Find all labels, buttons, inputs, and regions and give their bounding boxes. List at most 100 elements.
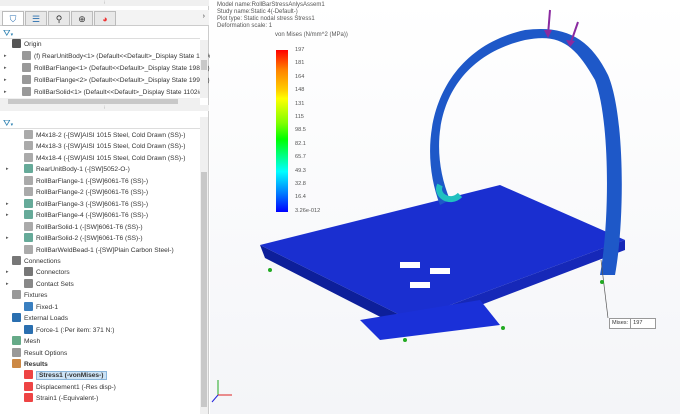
tree-item[interactable]: ▾Fixtures (12, 290, 47, 301)
solid-body-icon (24, 152, 33, 162)
tab-dimxpert-manager[interactable]: ⊕ (71, 11, 93, 26)
tree-item[interactable]: Force-1 (:Per item: 371 N:) (24, 324, 114, 336)
tree-item[interactable]: M4x18-3 (-[SW]AISI 1015 Steel, Cold Draw… (24, 141, 186, 152)
graphics-viewport[interactable]: Model name:RollBarStressAnlysAssem1 Stud… (210, 0, 680, 414)
part-icon (22, 63, 31, 72)
tab-property-manager[interactable]: ☰ (25, 11, 47, 26)
tree-item[interactable]: ▸ (f) RearUnitBody<1> (Default<<Default>_… (4, 51, 217, 62)
tree-item-label: Strain1 (-Equivalent-) (36, 395, 99, 403)
tabs-scroll-right-icon[interactable]: › (203, 13, 205, 20)
solid-body-icon (24, 175, 33, 185)
tree-item-label: (f) RearUnitBody<1> (Default<<Default>_D… (34, 53, 217, 60)
expand-arrow-icon[interactable]: ▸ (4, 51, 12, 62)
expand-arrow-icon[interactable]: ▸ (6, 233, 14, 244)
manager-tabs: ⛉ ☰ ⚲ ⊕ ◕ › (0, 10, 209, 26)
expand-arrow-icon[interactable]: ▾ (0, 359, 2, 370)
solid-body-icon (24, 233, 33, 243)
tree-item[interactable]: Origin (12, 39, 42, 50)
tree-item-label: RollBarFlange-4 (-[SW]6061-T6 (SS)-) (36, 212, 149, 220)
tree-item[interactable]: RollBarWeldBead-1 (-[SW]Plain Carbon Ste… (24, 244, 174, 256)
filter-button-lower[interactable]: ⛛▾ (0, 117, 200, 129)
solid-body-icon (24, 198, 33, 208)
tree-item-label: Connections (24, 257, 61, 265)
expand-arrow-icon[interactable]: ▾ (0, 290, 2, 301)
tree-item-label: Mesh (24, 338, 41, 346)
tree-item[interactable]: ▸ Connectors (6, 267, 70, 278)
tree-item-label: RollBarSolid-2 (-[SW]6061-T6 (SS)-) (36, 235, 143, 243)
expand-arrow-icon[interactable]: ▸ (6, 164, 14, 175)
top-horizontal-scrollbar[interactable] (0, 98, 200, 105)
tree-item[interactable]: Strain1 (-Equivalent-) (24, 393, 98, 404)
tree-item[interactable]: ▸ RollBarSolid-2 (-[SW]6061-T6 (SS)-) (6, 233, 143, 244)
tree-item[interactable]: ▾External Loads (12, 313, 68, 324)
tree-item[interactable]: RollBarSolid-1 (-[SW]6061-T6 (SS)-) (24, 221, 143, 233)
expand-arrow-icon[interactable]: ▾ (0, 313, 2, 324)
expand-arrow-icon[interactable]: ▸ (6, 210, 14, 221)
tree-item[interactable]: Result Options (12, 347, 67, 359)
solid-body-icon (24, 210, 33, 220)
expand-arrow-icon[interactable]: ▸ (6, 267, 14, 278)
tree-item[interactable]: ▸ Contact Sets (6, 278, 74, 290)
solid-body-icon (24, 187, 33, 197)
tree-item-label: Displacement1 (-Res disp-) (36, 383, 116, 391)
slot (410, 282, 430, 288)
panel-splitter[interactable]: ⁝ (0, 0, 209, 6)
tree-item-label: Connectors (36, 269, 70, 277)
stress-model-render (211, 9, 625, 403)
tree-item[interactable]: M4x18-2 (-[SW]AISI 1015 Steel, Cold Draw… (24, 130, 186, 141)
force-icon (24, 324, 33, 334)
tree-item[interactable]: ▸ RollBarFlange<1> (Default<<Default>_Dis… (4, 63, 210, 74)
tree-item-label: Origin (24, 41, 42, 48)
expand-arrow-icon[interactable]: ▸ (6, 199, 14, 210)
tree-item[interactable]: Fixed-1 (24, 301, 58, 313)
connections-icon (12, 255, 21, 265)
tree-item-label: RollBarSolid<1> (Default<<Default>_Displ… (34, 89, 208, 96)
expand-arrow-icon[interactable]: ▸ (4, 75, 12, 86)
tree-item[interactable]: Mesh (12, 336, 40, 347)
part-icon (22, 87, 31, 96)
tree-item[interactable]: Stress1 (-vonMises-) (24, 370, 107, 381)
tree-item-label: M4x18-3 (-[SW]AISI 1015 Steel, Cold Draw… (36, 143, 186, 151)
tree-item[interactable]: ▸ RollBarSolid<1> (Default<<Default>_Disp… (4, 87, 208, 98)
tree-item[interactable]: M4x18-4 (-[SW]AISI 1015 Steel, Cold Draw… (24, 152, 186, 164)
tree-item-label: RollBarWeldBead-1 (-[SW]Plain Carbon Ste… (36, 246, 174, 254)
tree-item[interactable]: ▾Results (12, 359, 48, 370)
filter-button-top[interactable]: ⛛▾ (0, 27, 200, 39)
external-loads-icon (12, 313, 21, 323)
tree-item-label: Stress1 (-vonMises-) (36, 371, 107, 381)
part-icon (22, 75, 31, 84)
solid-body-icon (24, 141, 33, 151)
part-icon (22, 51, 31, 60)
connectors-icon (24, 267, 33, 277)
tree-item[interactable]: ▾Connections (12, 255, 61, 267)
tab-display-manager[interactable]: ◕ (94, 11, 116, 26)
result-options-icon (12, 347, 21, 357)
expand-arrow-icon[interactable]: ▾ (0, 256, 2, 267)
tree-item[interactable]: RollBarFlange-2 (-[SW]6061-T6 (SS)-) (24, 187, 148, 198)
probe-result-box: Mises: 197 (609, 318, 656, 329)
expand-arrow-icon[interactable]: ▸ (4, 63, 12, 74)
tree-item-label: Results (24, 361, 48, 368)
tree-item-label: Fixtures (24, 292, 48, 300)
displacement-plot-icon (24, 381, 33, 391)
tree-item[interactable]: RollBarFlange-1 (-[SW]6061-T6 (SS)-) (24, 175, 148, 187)
tab-configuration-manager[interactable]: ⚲ (48, 11, 70, 26)
panel-splitter-lower[interactable]: ⁝ (0, 105, 209, 111)
tree-item[interactable]: ▸ RollBarFlange-3 (-[SW]6061-T6 (SS)-) (6, 198, 149, 210)
tree-item[interactable]: ▸ RollBarFlange-4 (-[SW]6061-T6 (SS)-) (6, 210, 149, 221)
tree-item[interactable]: Displacement1 (-Res disp-) (24, 381, 116, 393)
top-vertical-scrollbar[interactable] (200, 40, 208, 98)
fixtures-icon (12, 290, 21, 300)
tree-item-label: RollBarFlange<2> (Default<<Default>_Disp… (34, 77, 210, 84)
tree-item-label: Contact Sets (36, 280, 74, 288)
solid-body-icon (24, 244, 33, 254)
expand-arrow-icon[interactable]: ▸ (4, 87, 12, 98)
expand-arrow-icon[interactable]: ▸ (6, 279, 14, 290)
tree-item-label: RollBarFlange-3 (-[SW]6061-T6 (SS)-) (36, 200, 149, 208)
tab-feature-manager[interactable]: ⛉ (2, 11, 24, 26)
tree-item[interactable]: ▸ RollBarFlange<2> (Default<<Default>_Dis… (4, 75, 210, 86)
tree-item-label: RollBarFlange<1> (Default<<Default>_Disp… (34, 65, 210, 72)
tree-vertical-scrollbar[interactable] (200, 117, 208, 414)
slot (430, 268, 450, 274)
tree-item[interactable]: ▸ RearUnitBody-1 (-[SW]5052-O-) (6, 164, 130, 175)
